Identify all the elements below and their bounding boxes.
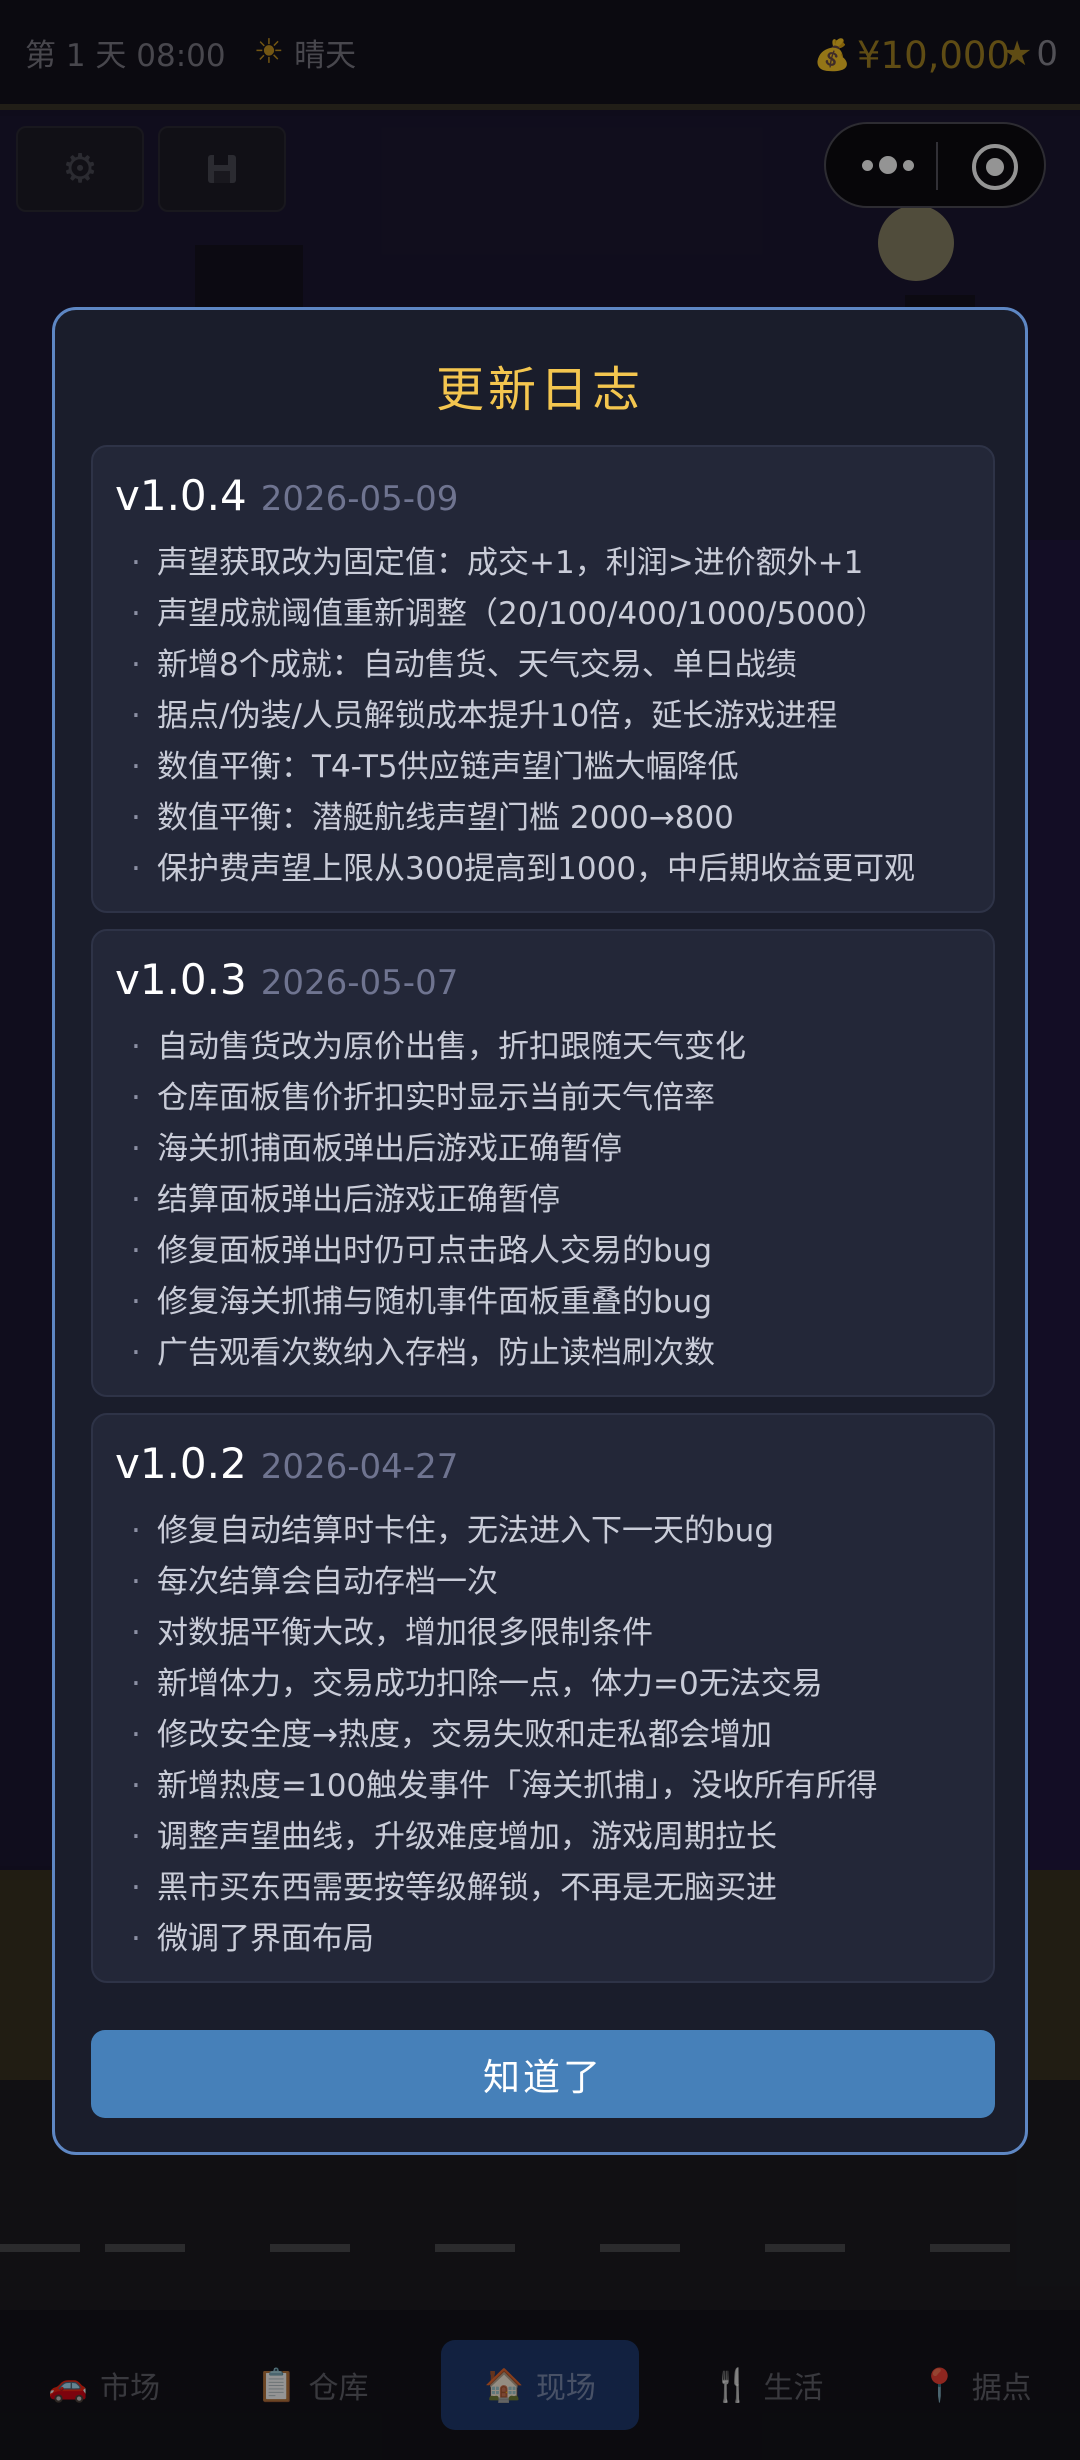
changelog-item: 结算面板弹出后游戏正确暂停: [115, 1175, 971, 1226]
version-number: v1.0.2: [115, 1439, 247, 1488]
changelog-item: 微调了界面布局: [115, 1914, 971, 1965]
changelog-item: 新增体力，交易成功扣除一点，体力=0无法交易: [115, 1659, 971, 1710]
changelog-item: 黑市买东西需要按等级解锁，不再是无脑买进: [115, 1863, 971, 1914]
changelog-dialog: 更新日志 v1.0.4 2026-05-09 声望获取改为固定值：成交+1，利润…: [52, 307, 1028, 2155]
changelog-list[interactable]: v1.0.4 2026-05-09 声望获取改为固定值：成交+1，利润>进价额外…: [91, 445, 995, 1990]
changelog-item: 声望获取改为固定值：成交+1，利润>进价额外+1: [115, 538, 971, 589]
changelog-item: 保护费声望上限从300提高到1000，中后期收益更可观: [115, 844, 971, 895]
confirm-button[interactable]: 知道了: [91, 2030, 995, 2118]
release-date: 2026-05-09: [260, 479, 459, 519]
changelog-item: 声望成就阈值重新调整（20/100/400/1000/5000）: [115, 589, 971, 640]
changelog-item: 数值平衡：潜艇航线声望门槛 2000→800: [115, 793, 971, 844]
changelog-item: 广告观看次数纳入存档，防止读档刷次数: [115, 1328, 971, 1379]
changelog-item: 修复面板弹出时仍可点击路人交易的bug: [115, 1226, 971, 1277]
changelog-item: 新增热度=100触发事件「海关抓捕」，没收所有所得: [115, 1761, 971, 1812]
changelog-item: 修复海关抓捕与随机事件面板重叠的bug: [115, 1277, 971, 1328]
release-date: 2026-05-07: [260, 963, 459, 1003]
version-number: v1.0.3: [115, 955, 247, 1004]
changelog-item: 调整声望曲线，升级难度增加，游戏周期拉长: [115, 1812, 971, 1863]
changelog-item: 海关抓捕面板弹出后游戏正确暂停: [115, 1124, 971, 1175]
release-date: 2026-04-27: [260, 1447, 459, 1487]
changelog-item: 修复自动结算时卡住，无法进入下一天的bug: [115, 1506, 971, 1557]
changelog-item: 每次结算会自动存档一次: [115, 1557, 971, 1608]
changelog-item: 对数据平衡大改，增加很多限制条件: [115, 1608, 971, 1659]
changelog-item: 数值平衡：T4-T5供应链声望门槛大幅降低: [115, 742, 971, 793]
changelog-entry: v1.0.4 2026-05-09 声望获取改为固定值：成交+1，利润>进价额外…: [91, 445, 995, 913]
changelog-item: 仓库面板售价折扣实时显示当前天气倍率: [115, 1073, 971, 1124]
changelog-item: 修改安全度→热度，交易失败和走私都会增加: [115, 1710, 971, 1761]
changelog-entry: v1.0.2 2026-04-27 修复自动结算时卡住，无法进入下一天的bug …: [91, 1413, 995, 1983]
changelog-entry: v1.0.3 2026-05-07 自动售货改为原价出售，折扣跟随天气变化 仓库…: [91, 929, 995, 1397]
changelog-item: 新增8个成就：自动售货、天气交易、单日战绩: [115, 640, 971, 691]
changelog-item: 据点/伪装/人员解锁成本提升10倍，延长游戏进程: [115, 691, 971, 742]
version-number: v1.0.4: [115, 471, 247, 520]
dialog-title: 更新日志: [435, 362, 644, 418]
changelog-item: 自动售货改为原价出售，折扣跟随天气变化: [115, 1022, 971, 1073]
